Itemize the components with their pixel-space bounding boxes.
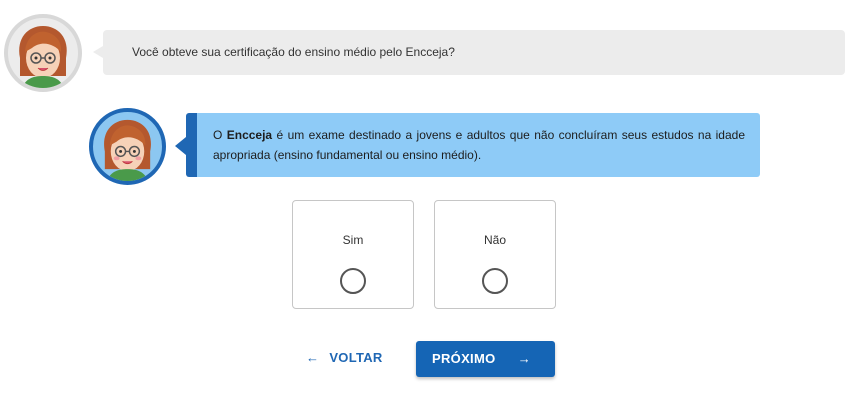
next-button[interactable]: PRÓXIMO → — [416, 341, 555, 377]
option-label: Sim — [342, 233, 364, 247]
question-bubble: Você obteve sua certificação do ensino m… — [93, 30, 845, 75]
arrow-left-icon: ← — [306, 350, 320, 365]
option-nao[interactable]: Não — [434, 200, 556, 309]
arrow-right-icon: → — [517, 351, 531, 366]
back-label: VOLTAR — [329, 350, 383, 365]
assistant-face-icon — [19, 26, 67, 88]
info-highlight: Encceja — [226, 128, 273, 142]
back-button[interactable]: ← VOLTAR — [306, 344, 383, 372]
question-text: Você obteve sua certificação do ensino m… — [132, 45, 455, 59]
assistant-avatar — [4, 14, 82, 92]
questionnaire-page: Você obteve sua certificação do ensino m… — [0, 0, 854, 408]
next-label: PRÓXIMO — [432, 351, 496, 366]
info-suffix: é um exame destinado a jovens e adultos … — [213, 128, 745, 162]
option-label: Não — [483, 233, 506, 247]
info-prefix: O — [213, 128, 227, 142]
assistant-face-icon — [104, 119, 151, 181]
info-avatar — [89, 108, 166, 185]
info-bubble: O Encceja é um exame destinado a jovens … — [175, 113, 760, 177]
radio-button-nao[interactable] — [482, 268, 508, 294]
radio-button-sim[interactable] — [340, 268, 366, 294]
option-sim[interactable]: Sim — [292, 200, 414, 309]
